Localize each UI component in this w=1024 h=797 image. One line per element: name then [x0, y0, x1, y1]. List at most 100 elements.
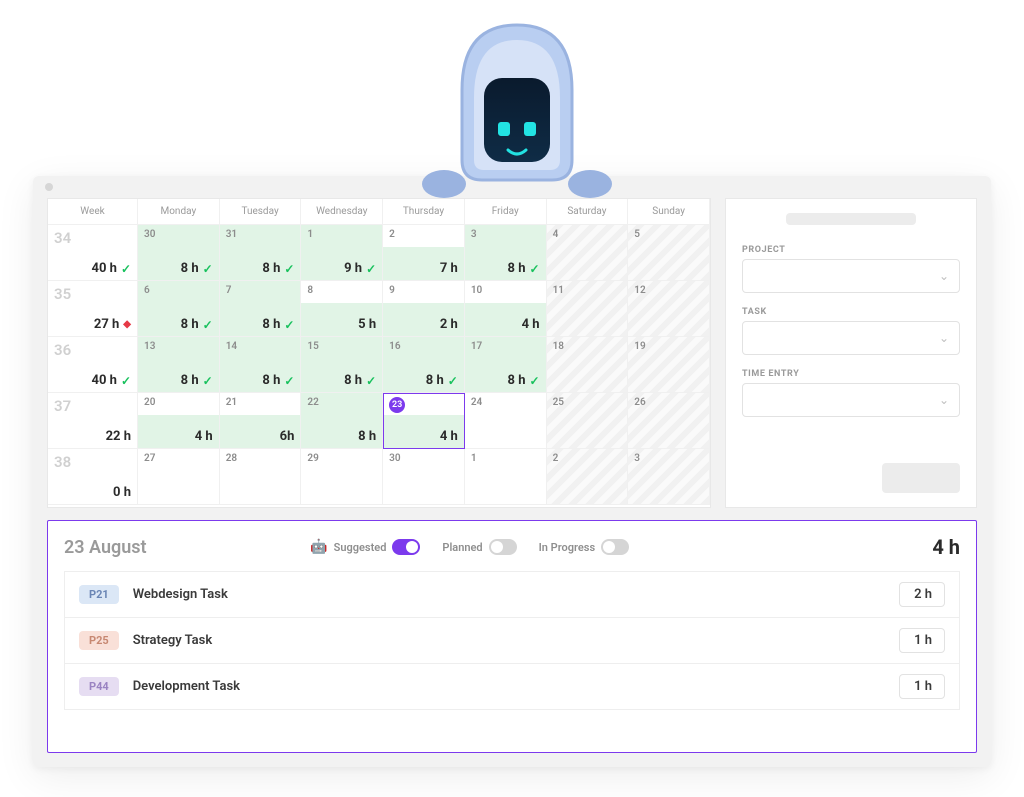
calendar-day-cell[interactable]: 85 h [301, 281, 383, 337]
day-hours: 2 h [440, 317, 458, 332]
task-row[interactable]: P44Development Task1 h [64, 664, 960, 710]
day-date: 22 [307, 397, 376, 408]
calendar-header-cell: Tuesday [220, 199, 302, 225]
calendar-day-cell[interactable]: 104 h [465, 281, 547, 337]
project-tag: P44 [79, 677, 119, 696]
calendar-day-cell[interactable]: 2 [547, 449, 629, 505]
panel-title-skeleton [786, 213, 917, 225]
toggle-planned[interactable] [489, 539, 517, 555]
week-total-hours: 22 h [106, 429, 131, 444]
calendar-day-cell[interactable]: 9 2 h [383, 281, 465, 337]
day-date: 2 [389, 229, 458, 240]
calendar-day-cell[interactable]: 19 [628, 337, 710, 393]
side-panel: PROJECT ⌄ TASK ⌄ TIME ENTRY ⌄ [725, 198, 977, 508]
calendar-day-cell[interactable]: 27 [138, 449, 220, 505]
check-icon: ✓ [121, 262, 131, 276]
calendar-day-cell[interactable]: 148 h✓ [220, 337, 302, 393]
calendar-day-cell[interactable]: 17 8 h✓ [465, 337, 547, 393]
task-name: Webdesign Task [133, 587, 228, 602]
calendar-day-cell[interactable]: 26 [628, 393, 710, 449]
day-date: 20 [144, 397, 213, 408]
detail-header: 23 August 🤖 Suggested Planned In Progres… [64, 535, 960, 559]
calendar-day-cell[interactable]: 1 [465, 449, 547, 505]
calendar-day-cell[interactable]: 216h [220, 393, 302, 449]
calendar-day-cell[interactable]: 12 [628, 281, 710, 337]
calendar-day-cell[interactable]: 29 [301, 449, 383, 505]
day-hours: 8 h✓ [508, 261, 540, 276]
calendar-header-cell: Sunday [628, 199, 710, 225]
day-hours: 8 h✓ [181, 317, 213, 332]
task-row[interactable]: P25Strategy Task1 h [64, 618, 960, 664]
calendar-day-cell[interactable]: 24 [465, 393, 547, 449]
day-date: 25 [553, 397, 622, 408]
chevron-down-icon: ⌄ [939, 331, 949, 345]
day-date: 3 [634, 453, 703, 464]
day-date: 27 [144, 453, 213, 464]
calendar-day-cell[interactable]: 11 [547, 281, 629, 337]
calendar-day-cell[interactable]: 18 [547, 337, 629, 393]
calendar-day-cell[interactable]: 158 h✓ [301, 337, 383, 393]
day-date: 7 [226, 285, 295, 296]
filter-suggested[interactable]: 🤖 Suggested [310, 539, 420, 555]
calendar-header-cell: Week [48, 199, 138, 225]
task-select[interactable]: ⌄ [742, 321, 960, 355]
project-select[interactable]: ⌄ [742, 259, 960, 293]
day-detail-panel: 23 August 🤖 Suggested Planned In Progres… [47, 520, 977, 753]
calendar-day-cell[interactable]: 30 [383, 449, 465, 505]
day-date: 18 [553, 341, 622, 352]
calendar-day-cell[interactable]: 228 h [301, 393, 383, 449]
calendar-day-cell[interactable]: 5 [628, 225, 710, 281]
task-hours-input[interactable]: 2 h [899, 582, 945, 607]
calendar-day-cell[interactable]: 138 h✓ [138, 337, 220, 393]
week-summary-cell: 3440 h✓ [48, 225, 138, 281]
day-date: 1 [307, 229, 376, 240]
check-icon: ✓ [366, 262, 376, 276]
filter-planned[interactable]: Planned [442, 539, 516, 555]
calendar-day-cell[interactable]: 68 h✓ [138, 281, 220, 337]
day-hours: 4 h [195, 429, 213, 444]
task-hours-input[interactable]: 1 h [899, 628, 945, 653]
calendar-day-cell[interactable]: 318 h✓ [220, 225, 302, 281]
day-hours: 8 h✓ [508, 373, 540, 388]
calendar-day-cell[interactable]: 3 8 h✓ [465, 225, 547, 281]
task-row[interactable]: P21 Webdesign Task 2 h [64, 571, 960, 618]
calendar-day-cell[interactable]: 20 4 h [138, 393, 220, 449]
detail-total-hours: 4 h [932, 535, 960, 559]
day-date: 1 [471, 453, 540, 464]
filter-in-progress[interactable]: In Progress [539, 539, 629, 555]
day-date: 17 [471, 341, 540, 352]
calendar-header-cell: Thursday [383, 199, 465, 225]
day-date: 12 [634, 285, 703, 296]
check-icon: ✓ [203, 262, 213, 276]
filter-group: 🤖 Suggested Planned In Progress [310, 539, 629, 555]
week-summary-cell: 3640 h✓ [48, 337, 138, 393]
day-hours: 8 h✓ [426, 373, 458, 388]
week-summary-cell: 3722 h [48, 393, 138, 449]
check-icon: ✓ [284, 262, 294, 276]
day-date: 31 [226, 229, 295, 240]
day-date: 3 [471, 229, 540, 240]
calendar-day-cell[interactable]: 4 [547, 225, 629, 281]
calendar-day-cell[interactable]: 308 h✓ [138, 225, 220, 281]
calendar-day-cell[interactable]: 25 [547, 393, 629, 449]
day-date: 16 [389, 341, 458, 352]
calendar-header-cell: Monday [138, 199, 220, 225]
time-entry-select[interactable]: ⌄ [742, 383, 960, 417]
week-number: 36 [54, 341, 131, 359]
calendar-day-cell[interactable]: 19 h✓ [301, 225, 383, 281]
calendar-day-cell[interactable]: 3 [628, 449, 710, 505]
calendar-day-cell[interactable]: 234 h [383, 393, 465, 449]
toggle-in-progress[interactable] [601, 539, 629, 555]
calendar-day-cell[interactable]: 16 8 h✓ [383, 337, 465, 393]
week-summary-cell: 380 h [48, 449, 138, 505]
chevron-down-icon: ⌄ [939, 393, 949, 407]
calendar-day-cell[interactable]: 28 [220, 449, 302, 505]
day-date: 9 [389, 285, 458, 296]
toggle-suggested[interactable] [392, 539, 420, 555]
calendar-week-row: 3640 h✓138 h✓148 h✓158 h✓ 16 8 h✓ 17 8 h✓ 18 1… [48, 337, 710, 393]
project-tag: P21 [79, 585, 119, 604]
calendar-day-cell[interactable]: 78 h✓ [220, 281, 302, 337]
day-hours: 4 h [440, 429, 458, 444]
task-hours-input[interactable]: 1 h [899, 674, 945, 699]
calendar-day-cell[interactable]: 27 h [383, 225, 465, 281]
